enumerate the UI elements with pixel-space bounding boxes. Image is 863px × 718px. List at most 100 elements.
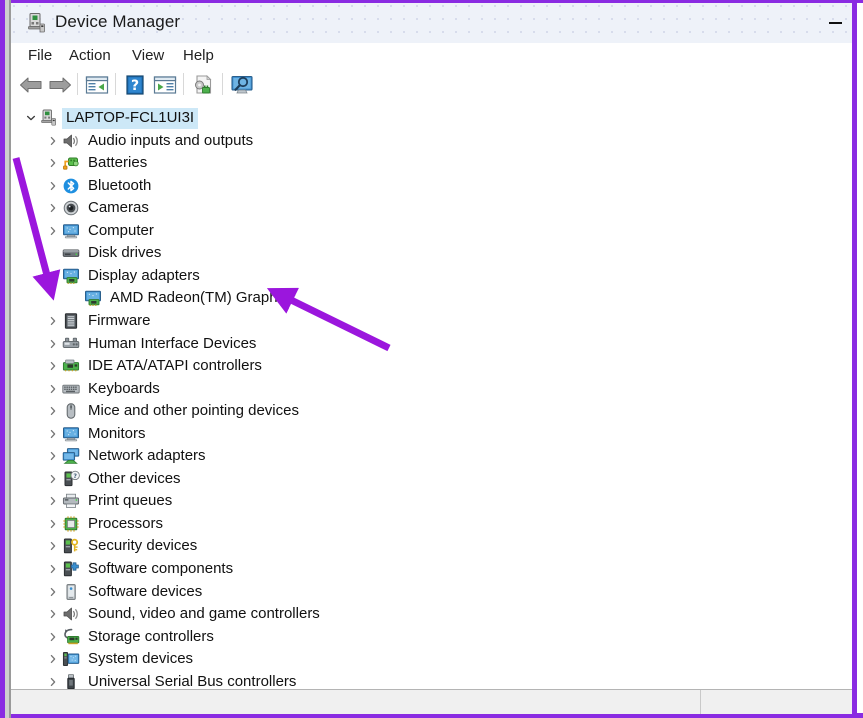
tree-item-security-devices[interactable]: Security devices bbox=[45, 535, 197, 557]
title-bar: Device Manager bbox=[11, 3, 852, 43]
update-driver-button[interactable] bbox=[190, 73, 216, 97]
chevron-right-icon[interactable] bbox=[45, 403, 61, 419]
status-bar bbox=[11, 689, 852, 714]
tree-item-laptop-fcl1ui3i[interactable]: LAPTOP-FCL1UI3I bbox=[23, 107, 199, 129]
tree-item-mice-and-other-pointing-devices[interactable]: Mice and other pointing devices bbox=[45, 400, 299, 422]
tree-item-universal-serial-bus-controllers[interactable]: Universal Serial Bus controllers bbox=[45, 671, 296, 689]
toolbar: ? bbox=[11, 68, 852, 102]
device-manager-window: Device Manager File Action View Help ? L… bbox=[0, 0, 863, 718]
chevron-right-icon[interactable] bbox=[45, 448, 61, 464]
chevron-right-icon[interactable] bbox=[45, 629, 61, 645]
chevron-right-icon[interactable] bbox=[45, 178, 61, 194]
chevron-right-icon[interactable] bbox=[45, 651, 61, 667]
tree-item-label: Computer bbox=[88, 221, 154, 239]
tree-item-computer[interactable]: Computer bbox=[45, 220, 154, 242]
chevron-right-icon[interactable] bbox=[45, 426, 61, 442]
chevron-down-icon[interactable] bbox=[23, 110, 39, 126]
forward-button[interactable] bbox=[48, 77, 72, 93]
security-device-icon bbox=[61, 537, 81, 555]
chevron-right-icon[interactable] bbox=[45, 606, 61, 622]
tree-item-software-components[interactable]: Software components bbox=[45, 558, 233, 580]
tree-item-label: Cameras bbox=[88, 199, 149, 217]
camera-icon bbox=[61, 199, 81, 217]
bluetooth-icon bbox=[61, 177, 81, 195]
tree-item-other-devices[interactable]: ? Other devices bbox=[45, 468, 181, 490]
chevron-right-icon[interactable] bbox=[45, 381, 61, 397]
software-component-icon bbox=[61, 560, 81, 578]
chevron-right-icon[interactable] bbox=[45, 155, 61, 171]
software-device-icon bbox=[61, 583, 81, 601]
tree-item-batteries[interactable]: Batteries bbox=[45, 152, 147, 174]
tree-item-print-queues[interactable]: Print queues bbox=[45, 490, 172, 512]
menu-action[interactable]: Action bbox=[66, 46, 114, 66]
chevron-right-icon[interactable] bbox=[45, 313, 61, 329]
status-bar-separator bbox=[700, 690, 701, 714]
chevron-right-icon[interactable] bbox=[45, 561, 61, 577]
chevron-down-icon[interactable] bbox=[45, 268, 61, 284]
tree-item-disk-drives[interactable]: Disk drives bbox=[45, 242, 161, 264]
chevron-right-icon[interactable] bbox=[45, 471, 61, 487]
chevron-right-icon[interactable] bbox=[45, 133, 61, 149]
toolbar-separator-1 bbox=[77, 73, 78, 95]
chevron-right-icon[interactable] bbox=[45, 223, 61, 239]
properties-button[interactable] bbox=[152, 73, 178, 97]
display-adapter-icon bbox=[83, 289, 103, 307]
tree-item-label: Processors bbox=[88, 514, 164, 532]
tree-item-software-devices[interactable]: Software devices bbox=[45, 581, 202, 603]
show-hide-console-tree-button[interactable] bbox=[84, 73, 110, 97]
tree-item-label: Display adapters bbox=[88, 266, 200, 284]
chevron-right-icon[interactable] bbox=[45, 538, 61, 554]
storage-controller-icon bbox=[61, 628, 81, 646]
chevron-right-icon[interactable] bbox=[45, 493, 61, 509]
tree-item-label: Print queues bbox=[88, 492, 173, 510]
svg-text:?: ? bbox=[131, 78, 139, 94]
toolbar-separator-3 bbox=[183, 73, 184, 95]
minimize-button[interactable] bbox=[813, 3, 852, 43]
device-tree-pane[interactable]: LAPTOP-FCL1UI3I Audio inputs and outputs… bbox=[11, 101, 852, 689]
chevron-right-icon[interactable] bbox=[45, 200, 61, 216]
tree-item-network-adapters[interactable]: Network adapters bbox=[45, 445, 206, 467]
tree-item-storage-controllers[interactable]: Storage controllers bbox=[45, 626, 214, 648]
display-adapter-icon bbox=[61, 267, 81, 285]
scan-hardware-button[interactable] bbox=[229, 73, 255, 97]
minimize-icon bbox=[829, 22, 842, 24]
tree-item-system-devices[interactable]: System devices bbox=[45, 648, 193, 670]
chevron-right-icon[interactable] bbox=[45, 516, 61, 532]
mouse-icon bbox=[61, 402, 81, 420]
tree-item-human-interface-devices[interactable]: Human Interface Devices bbox=[45, 333, 256, 355]
tree-item-firmware[interactable]: Firmware bbox=[45, 310, 151, 332]
chevron-right-icon[interactable] bbox=[45, 584, 61, 600]
tree-item-label: LAPTOP-FCL1UI3I bbox=[62, 107, 199, 129]
speaker-icon bbox=[61, 605, 81, 623]
battery-icon bbox=[61, 154, 81, 172]
tree-item-sound-video-and-game-controllers[interactable]: Sound, video and game controllers bbox=[45, 603, 320, 625]
toolbar-separator-2 bbox=[115, 73, 116, 95]
tree-item-keyboards[interactable]: Keyboards bbox=[45, 378, 160, 400]
tree-item-audio-inputs-and-outputs[interactable]: Audio inputs and outputs bbox=[45, 130, 253, 152]
tree-item-label: Software components bbox=[88, 560, 234, 577]
tree-item-bluetooth[interactable]: Bluetooth bbox=[45, 175, 151, 197]
firmware-icon bbox=[61, 312, 81, 330]
menu-view[interactable]: View bbox=[129, 46, 167, 66]
chevron-right-icon[interactable] bbox=[45, 358, 61, 374]
tree-item-label: Mice and other pointing devices bbox=[88, 402, 299, 420]
chevron-right-icon[interactable] bbox=[45, 336, 61, 352]
menu-bar: File Action View Help bbox=[11, 43, 852, 68]
tree-item-processors[interactable]: Processors bbox=[45, 513, 163, 535]
speaker-icon bbox=[61, 132, 81, 150]
chevron-right-icon[interactable] bbox=[45, 674, 61, 689]
help-button[interactable]: ? bbox=[122, 73, 148, 97]
tree-item-amd-radeon-tm-graphics[interactable]: AMD Radeon(TM) Graphics bbox=[67, 287, 296, 309]
disk-drive-icon bbox=[61, 244, 81, 262]
menu-help[interactable]: Help bbox=[180, 46, 217, 66]
tree-item-display-adapters[interactable]: Display adapters bbox=[45, 265, 200, 287]
device-manager-icon bbox=[26, 12, 48, 34]
tree-item-cameras[interactable]: Cameras bbox=[45, 197, 149, 219]
toolbar-separator-4 bbox=[222, 73, 223, 95]
menu-file[interactable]: File bbox=[25, 46, 55, 66]
printer-icon bbox=[61, 492, 81, 510]
back-button[interactable] bbox=[19, 77, 43, 93]
tree-item-ide-ata-atapi-controllers[interactable]: IDE ATA/ATAPI controllers bbox=[45, 355, 262, 377]
tree-item-label: Firmware bbox=[88, 311, 151, 329]
tree-item-monitors[interactable]: Monitors bbox=[45, 423, 146, 445]
